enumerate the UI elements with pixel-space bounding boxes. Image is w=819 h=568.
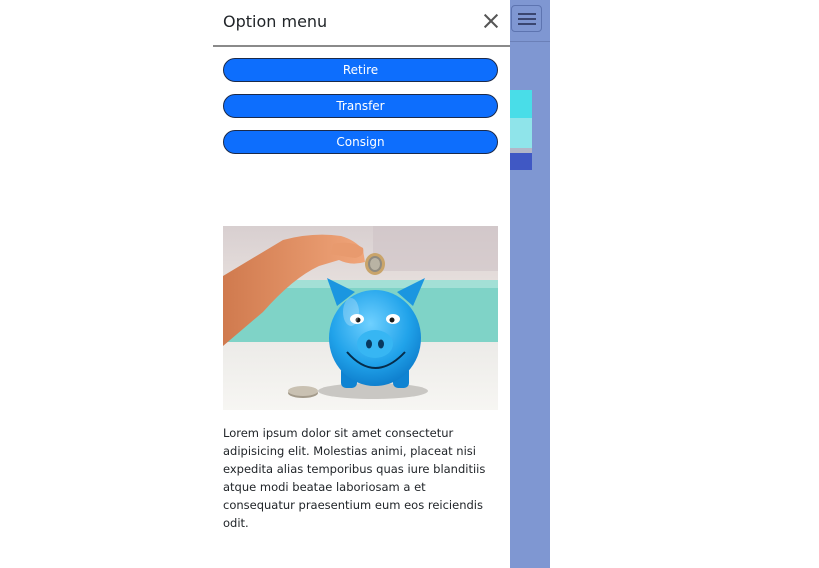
offcanvas-title: Option menu	[223, 12, 328, 31]
consign-button[interactable]: Consign	[223, 130, 498, 154]
offcanvas-header: Option menu	[213, 0, 510, 47]
transfer-button[interactable]: Transfer	[223, 94, 498, 118]
offcanvas-panel: Option menu Retire Transfer Consign Lore…	[213, 0, 510, 568]
background-blue-band	[510, 153, 532, 170]
background-navbar	[510, 0, 550, 42]
hamburger-menu-icon[interactable]	[511, 5, 542, 32]
retire-button[interactable]: Retire	[223, 58, 498, 82]
background-hero-image-lower	[510, 118, 532, 148]
close-icon[interactable]	[483, 13, 499, 29]
background-page-backdrop[interactable]	[510, 0, 550, 568]
description-text: Lorem ipsum dolor sit amet consectetur a…	[223, 426, 486, 530]
piggy-bank-image	[223, 226, 498, 410]
app-viewport: Option menu Retire Transfer Consign Lore…	[0, 0, 819, 568]
